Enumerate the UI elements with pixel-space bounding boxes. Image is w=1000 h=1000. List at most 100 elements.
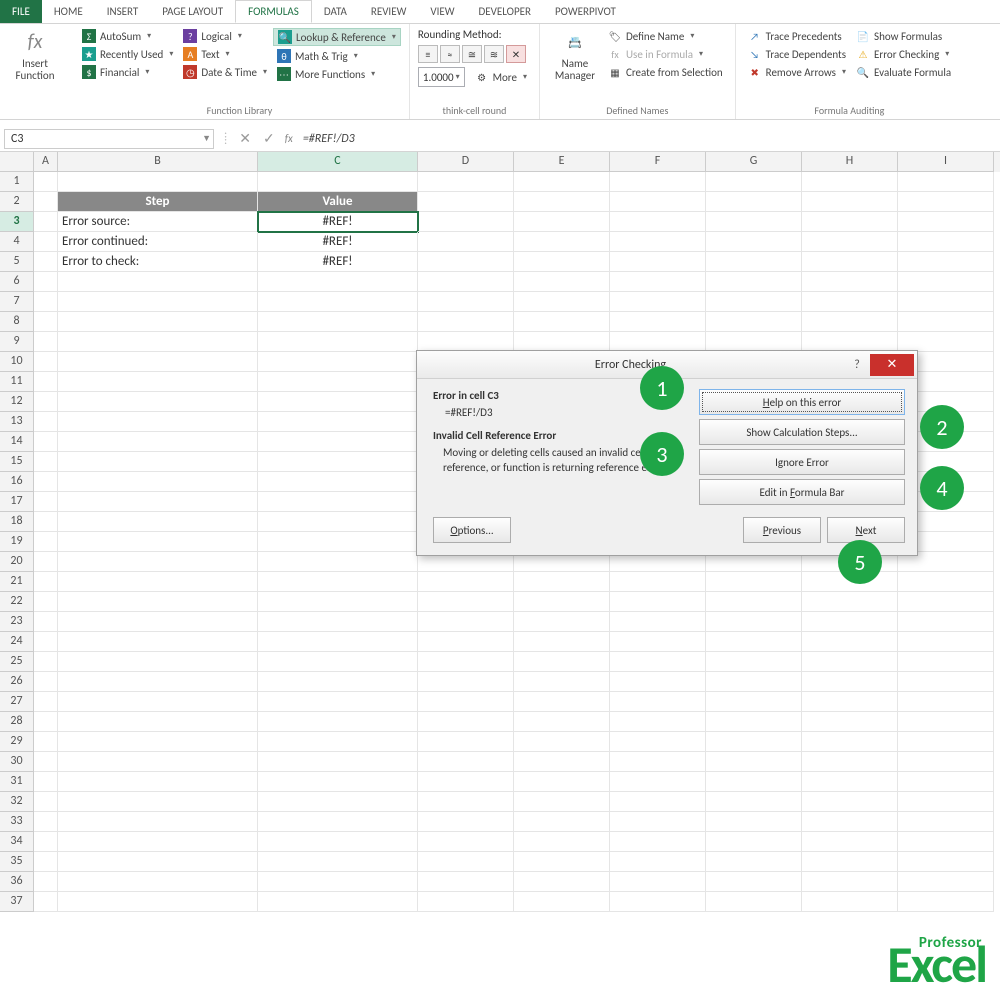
cell[interactable]: [610, 252, 706, 272]
cell[interactable]: [802, 612, 898, 632]
cell[interactable]: [802, 652, 898, 672]
cell[interactable]: [418, 232, 514, 252]
cell[interactable]: [258, 692, 418, 712]
cell[interactable]: [58, 372, 258, 392]
date-time-button[interactable]: ◷Date & Time▾: [179, 64, 271, 80]
row-header-25[interactable]: 25: [0, 652, 34, 672]
cell[interactable]: [514, 192, 610, 212]
cell[interactable]: [34, 732, 58, 752]
cell[interactable]: [514, 832, 610, 852]
cell[interactable]: [514, 812, 610, 832]
cell[interactable]: [34, 612, 58, 632]
math-trig-button[interactable]: θMath & Trig▾: [273, 48, 401, 64]
cell[interactable]: [802, 692, 898, 712]
cell[interactable]: [898, 732, 994, 752]
cell[interactable]: [610, 732, 706, 752]
cell[interactable]: [706, 832, 802, 852]
cell[interactable]: [418, 272, 514, 292]
cell[interactable]: [418, 292, 514, 312]
cell[interactable]: [898, 852, 994, 872]
cell[interactable]: [34, 512, 58, 532]
cell[interactable]: [34, 812, 58, 832]
cell[interactable]: [706, 292, 802, 312]
cell[interactable]: [258, 332, 418, 352]
cell[interactable]: [610, 652, 706, 672]
cell[interactable]: [514, 772, 610, 792]
row-header-29[interactable]: 29: [0, 732, 34, 752]
cell[interactable]: [34, 572, 58, 592]
cell[interactable]: [802, 232, 898, 252]
tc-more-button[interactable]: ⚙More▾: [471, 69, 531, 85]
cell[interactable]: [58, 812, 258, 832]
cell[interactable]: [898, 192, 994, 212]
remove-arrows-button[interactable]: ✖Remove Arrows▾: [744, 64, 850, 80]
cell[interactable]: [898, 632, 994, 652]
row-header-18[interactable]: 18: [0, 512, 34, 532]
row-header-21[interactable]: 21: [0, 572, 34, 592]
cell[interactable]: [418, 712, 514, 732]
cell[interactable]: [418, 752, 514, 772]
logical-button[interactable]: ?Logical▾: [179, 28, 271, 44]
cell[interactable]: [706, 212, 802, 232]
cell[interactable]: #REF!: [258, 252, 418, 272]
row-header-28[interactable]: 28: [0, 712, 34, 732]
tc-btn-4[interactable]: ≋: [484, 45, 504, 63]
cell[interactable]: [58, 872, 258, 892]
row-header-37[interactable]: 37: [0, 892, 34, 912]
cell[interactable]: [898, 792, 994, 812]
tc-btn-2[interactable]: ≈: [440, 45, 460, 63]
formula-input[interactable]: [297, 132, 1000, 146]
cell[interactable]: [418, 592, 514, 612]
cell[interactable]: [258, 272, 418, 292]
cell[interactable]: [258, 552, 418, 572]
cell[interactable]: [802, 332, 898, 352]
col-header-C[interactable]: C: [258, 152, 418, 172]
cell[interactable]: [514, 292, 610, 312]
cell[interactable]: [706, 192, 802, 212]
cell[interactable]: [610, 312, 706, 332]
cell[interactable]: [610, 852, 706, 872]
cell[interactable]: [610, 192, 706, 212]
tab-powerpivot[interactable]: POWERPIVOT: [543, 0, 628, 23]
dialog-help-icon[interactable]: ?: [844, 358, 870, 372]
row-header-19[interactable]: 19: [0, 532, 34, 552]
row-header-32[interactable]: 32: [0, 792, 34, 812]
row-header-27[interactable]: 27: [0, 692, 34, 712]
cell[interactable]: [58, 312, 258, 332]
cell[interactable]: [258, 412, 418, 432]
cell[interactable]: [58, 512, 258, 532]
row-header-26[interactable]: 26: [0, 672, 34, 692]
tab-pagelayout[interactable]: PAGE LAYOUT: [150, 0, 235, 23]
cell[interactable]: [418, 692, 514, 712]
cell[interactable]: [706, 752, 802, 772]
cell[interactable]: [418, 632, 514, 652]
cell[interactable]: [58, 772, 258, 792]
cell[interactable]: [58, 732, 258, 752]
cell[interactable]: [706, 692, 802, 712]
row-header-31[interactable]: 31: [0, 772, 34, 792]
cell[interactable]: [418, 872, 514, 892]
row-header-10[interactable]: 10: [0, 352, 34, 372]
cell[interactable]: [34, 352, 58, 372]
cell[interactable]: [418, 832, 514, 852]
cell[interactable]: [418, 192, 514, 212]
row-header-14[interactable]: 14: [0, 432, 34, 452]
tab-insert[interactable]: INSERT: [95, 0, 151, 23]
cell[interactable]: [514, 312, 610, 332]
row-header-36[interactable]: 36: [0, 872, 34, 892]
cell[interactable]: [610, 592, 706, 612]
cell[interactable]: [34, 372, 58, 392]
tc-btn-delete[interactable]: ✕: [506, 45, 526, 63]
cell[interactable]: [514, 732, 610, 752]
cell[interactable]: [58, 492, 258, 512]
cell[interactable]: [514, 872, 610, 892]
show-formulas-button[interactable]: 📄Show Formulas: [852, 28, 955, 44]
cell[interactable]: [514, 172, 610, 192]
show-calculation-steps-button[interactable]: Show Calculation Steps...: [699, 419, 905, 445]
cell[interactable]: [34, 252, 58, 272]
cell[interactable]: [610, 172, 706, 192]
cell[interactable]: [58, 292, 258, 312]
cell[interactable]: [898, 652, 994, 672]
cell[interactable]: [258, 512, 418, 532]
cell[interactable]: [258, 532, 418, 552]
